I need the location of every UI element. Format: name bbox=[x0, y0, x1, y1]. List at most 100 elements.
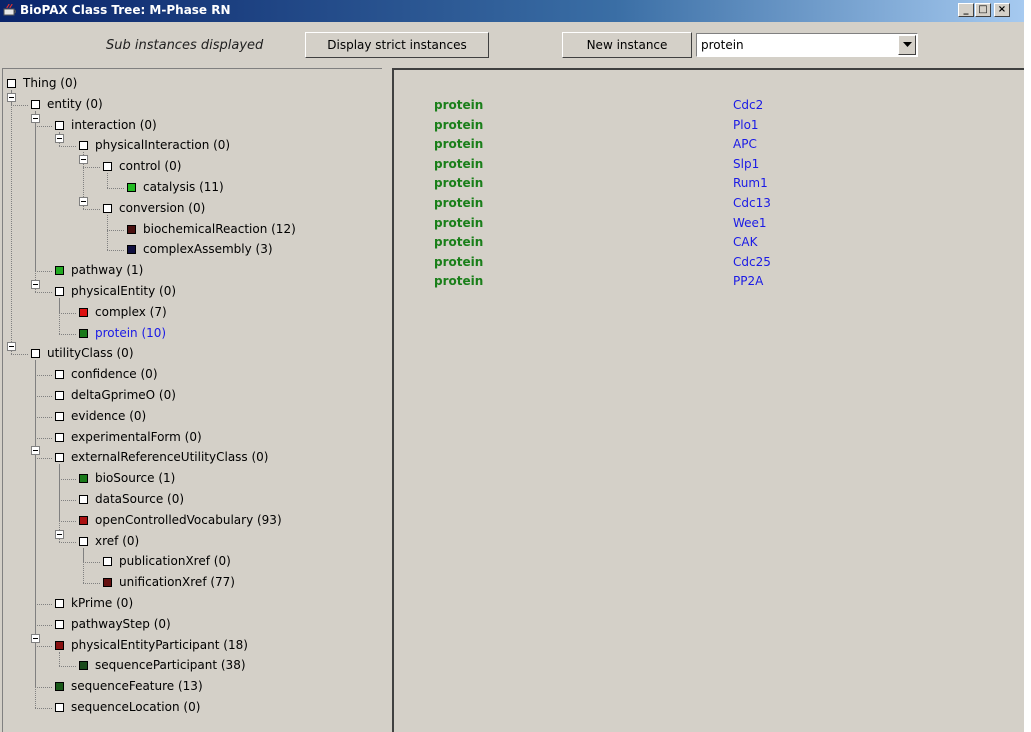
tree-branch-line bbox=[35, 624, 52, 626]
class-color-icon bbox=[79, 474, 88, 484]
class-color-icon bbox=[55, 703, 64, 712]
tree-branch-line bbox=[35, 687, 52, 689]
collapse-toggle-icon[interactable] bbox=[31, 280, 40, 289]
tree-branch-line bbox=[35, 125, 52, 127]
collapse-toggle-icon[interactable] bbox=[31, 446, 40, 456]
instance-class: protein bbox=[434, 176, 484, 191]
java-app-icon bbox=[3, 3, 16, 16]
collapse-toggle-icon[interactable] bbox=[79, 155, 88, 165]
tree-node-label: control (0) bbox=[119, 159, 182, 174]
class-color-icon bbox=[79, 328, 88, 338]
desktop-edge bbox=[1024, 0, 1031, 732]
class-color-icon bbox=[79, 661, 88, 671]
instance-name[interactable]: Cdc13 bbox=[733, 196, 771, 210]
class-color-icon bbox=[103, 162, 112, 172]
instance-row[interactable]: protein Plo1 bbox=[394, 118, 994, 138]
class-color-icon bbox=[31, 99, 40, 109]
maximize-button[interactable]: □ bbox=[975, 3, 991, 17]
tree-branch-line bbox=[35, 375, 52, 377]
collapse-toggle-icon[interactable] bbox=[79, 196, 88, 206]
instance-list-pane[interactable]: protein Cdc2 protein Plo1 protein APC protein S… bbox=[392, 68, 1024, 732]
tree-node-label: dataSource (0) bbox=[95, 492, 185, 506]
class-tree-pane[interactable]: Thing (0) entity (0) interaction (0) physic… bbox=[2, 68, 382, 732]
instance-name[interactable]: Rum1 bbox=[733, 176, 768, 190]
tree-branch-line bbox=[35, 708, 52, 709]
class-color-icon bbox=[79, 536, 88, 546]
instance-row[interactable]: protein PP2A bbox=[394, 274, 994, 294]
tree-branch-line bbox=[35, 604, 52, 605]
title-bar[interactable]: BioPAX Class Tree: M-Phase RN _ □ × bbox=[0, 0, 1024, 22]
tree-node-label: biochemicalReaction (12) bbox=[143, 221, 296, 236]
tree-branch-line bbox=[35, 416, 52, 418]
instance-name[interactable]: Cdc25 bbox=[733, 255, 771, 269]
tree-node-label: complex (7) bbox=[95, 304, 167, 319]
tree-node-label: publicationXref (0) bbox=[119, 554, 231, 569]
instance-row[interactable]: protein APC bbox=[394, 137, 994, 157]
instance-class: protein bbox=[434, 117, 484, 132]
split-pane-divider[interactable] bbox=[382, 68, 392, 732]
instance-name[interactable]: Slp1 bbox=[733, 157, 759, 171]
instance-class: protein bbox=[434, 215, 484, 230]
class-color-icon bbox=[127, 183, 136, 192]
collapse-toggle-icon[interactable] bbox=[7, 342, 16, 352]
class-color-icon bbox=[55, 453, 64, 463]
instance-row[interactable]: protein Cdc13 bbox=[394, 196, 994, 216]
class-color-icon bbox=[79, 515, 88, 525]
tree-node-label: sequenceFeature (13) bbox=[71, 679, 203, 694]
tree-branch-line bbox=[11, 354, 28, 356]
instance-row[interactable]: protein Cdc2 bbox=[394, 98, 994, 118]
class-color-icon bbox=[103, 578, 112, 588]
close-button[interactable]: × bbox=[994, 3, 1010, 17]
instance-row[interactable]: protein Wee1 bbox=[394, 216, 994, 236]
instance-row[interactable]: protein Rum1 bbox=[394, 176, 994, 196]
collapse-toggle-icon[interactable] bbox=[31, 633, 40, 643]
class-color-icon bbox=[55, 120, 64, 130]
tree-node-label: catalysis (11) bbox=[143, 180, 224, 194]
tree-branch-line bbox=[59, 146, 76, 148]
instance-class: protein bbox=[434, 98, 484, 112]
tree-branch-line bbox=[107, 188, 124, 189]
instance-name[interactable]: Plo1 bbox=[733, 118, 759, 132]
instance-name[interactable]: CAK bbox=[733, 235, 757, 249]
class-color-icon bbox=[55, 391, 64, 400]
tree-branch-line bbox=[59, 312, 76, 314]
tree-branch-line bbox=[107, 250, 124, 252]
new-instance-button[interactable]: New instance bbox=[562, 32, 692, 58]
display-strict-instances-button[interactable]: Display strict instances bbox=[305, 32, 489, 58]
instance-row[interactable]: protein CAK bbox=[394, 235, 994, 255]
instance-name[interactable]: Wee1 bbox=[733, 216, 767, 230]
tree-branch-line bbox=[59, 333, 76, 335]
instance-row[interactable]: protein Slp1 bbox=[394, 157, 994, 177]
collapse-toggle-icon[interactable] bbox=[7, 92, 16, 102]
collapse-toggle-icon[interactable] bbox=[55, 134, 64, 144]
tree-node-label: physicalInteraction (0) bbox=[95, 138, 231, 153]
instance-row[interactable]: protein Cdc25 bbox=[394, 255, 994, 275]
tree-node-label: conversion (0) bbox=[119, 200, 206, 215]
instance-name[interactable]: Cdc2 bbox=[733, 98, 763, 112]
minimize-button[interactable]: _ bbox=[958, 3, 974, 17]
tree-node-label: confidence (0) bbox=[71, 367, 158, 382]
class-color-icon bbox=[55, 287, 64, 296]
tree-node-label: complexAssembly (3) bbox=[143, 242, 273, 257]
class-select-combo[interactable]: protein bbox=[696, 33, 918, 57]
tree-branch-line bbox=[107, 229, 124, 231]
tree-node-label: entity (0) bbox=[47, 96, 103, 111]
tree-connector-line bbox=[59, 298, 60, 334]
tree-branch-line bbox=[59, 541, 76, 543]
class-color-icon bbox=[55, 640, 64, 650]
collapse-toggle-icon[interactable] bbox=[31, 113, 40, 123]
instance-class: protein bbox=[434, 235, 484, 250]
class-color-icon bbox=[55, 432, 64, 442]
instance-name[interactable]: APC bbox=[733, 137, 757, 151]
collapse-toggle-icon[interactable] bbox=[55, 529, 64, 539]
tree-branch-line bbox=[11, 104, 28, 106]
tree-branch-line bbox=[83, 208, 100, 210]
class-color-icon bbox=[79, 307, 88, 317]
instance-name[interactable]: PP2A bbox=[733, 274, 763, 288]
tree-connector-line bbox=[35, 110, 36, 292]
tree-node-label: sequenceParticipant (38) bbox=[95, 658, 246, 673]
tree-node-label: deltaGprimeO (0) bbox=[71, 388, 176, 402]
tree-connector-line bbox=[59, 651, 60, 667]
chevron-down-icon[interactable] bbox=[898, 35, 916, 55]
instance-class: protein bbox=[434, 156, 484, 171]
